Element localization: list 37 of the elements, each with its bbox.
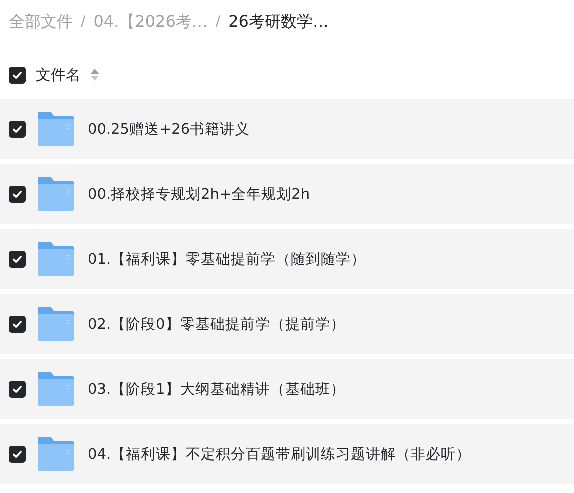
checkbox[interactable]	[9, 380, 26, 398]
folder-icon	[38, 177, 74, 211]
file-row[interactable]: 00.择校择专规划2h+全年规划2h	[0, 164, 574, 224]
check-icon	[12, 384, 23, 394]
check-icon	[12, 318, 23, 330]
folder-name: 02.【阶段0】零基础提前学（提前学）	[88, 316, 346, 334]
folder-icon	[38, 307, 74, 341]
folder-name: 03.【阶段1】大纲基础精讲（基础班）	[88, 380, 346, 398]
checkbox[interactable]	[9, 186, 26, 202]
sort-icon[interactable]	[91, 69, 99, 81]
file-row[interactable]: 01.【福利课】零基础提前学（随到随学）	[0, 229, 574, 289]
check-icon	[12, 254, 23, 264]
folder-icon	[38, 437, 74, 471]
checkbox[interactable]	[9, 316, 26, 332]
column-header: 文件名	[36, 66, 81, 84]
breadcrumb-separator: /	[216, 14, 221, 30]
checkbox[interactable]	[9, 66, 26, 84]
folder-icon	[38, 242, 74, 276]
checkbox[interactable]	[9, 446, 26, 462]
folder-name: 00.25赠送+26书籍讲义	[88, 120, 250, 138]
folder-icon	[38, 112, 74, 146]
check-icon	[12, 124, 23, 134]
checkbox[interactable]	[9, 120, 26, 138]
file-row[interactable]: 00.25赠送+26书籍讲义	[0, 99, 574, 159]
folder-name: 01.【福利课】零基础提前学（随到随学）	[88, 250, 366, 268]
file-row[interactable]: 03.【阶段1】大纲基础精讲（基础班）	[0, 359, 574, 419]
check-icon	[12, 70, 23, 80]
current-folder: 26考研数学…	[228, 12, 329, 32]
file-row[interactable]: 02.【阶段0】零基础提前学（提前学）	[0, 294, 574, 354]
file-row[interactable]: 04.【福利课】不定积分百题带刷训练习题讲解（非必听）	[0, 424, 574, 484]
checkbox[interactable]	[9, 250, 26, 268]
folder-icon	[38, 372, 74, 406]
folder-name: 00.择校择专规划2h+全年规划2h	[88, 186, 310, 204]
breadcrumb-separator: /	[81, 14, 86, 30]
check-icon	[12, 448, 23, 460]
folder-name: 04.【福利课】不定积分百题带刷训练习题讲解（非必听）	[88, 446, 472, 464]
check-icon	[12, 188, 23, 200]
